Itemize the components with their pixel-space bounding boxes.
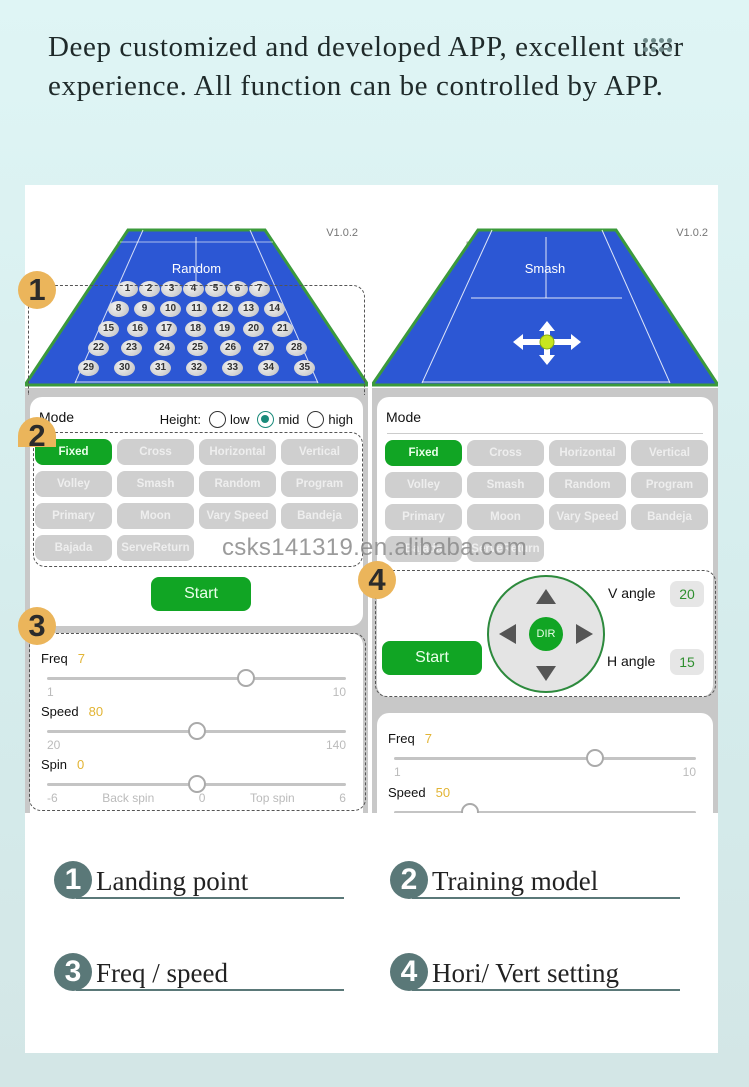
right-phone-screen: V1.0.2 Smash Mode Fixed Cross Horizontal Ve… bbox=[372, 225, 718, 813]
mode-button-primary[interactable]: Primary bbox=[385, 504, 462, 530]
v-angle-value[interactable]: 20 bbox=[670, 581, 704, 607]
slider-value: 50 bbox=[435, 785, 451, 800]
left-phone-screen: V1.0.2 Random 1 2 3 4 5 6 7 8 9 10 11 12 13 14 15 16 17 1… bbox=[25, 225, 368, 813]
height-option-high: high bbox=[328, 412, 353, 427]
height-label: Height: bbox=[159, 412, 201, 427]
slider-track[interactable] bbox=[394, 803, 696, 813]
divider bbox=[387, 433, 703, 434]
legend-item-4: 4 Hori/ Vert setting bbox=[390, 951, 680, 991]
speed-panel: Freq7110Speed5020140 bbox=[377, 713, 713, 813]
legend-text-2: Training model bbox=[432, 866, 599, 896]
mode-button-horizontal[interactable]: Horizontal bbox=[549, 440, 626, 466]
legend-number-4: 4 bbox=[390, 953, 428, 991]
callout-badge-3: 3 bbox=[18, 607, 56, 645]
mode-button-bandeja[interactable]: Bandeja bbox=[631, 504, 708, 530]
legend-item-2: 2 Training model bbox=[390, 859, 680, 899]
court-mode-label: Random bbox=[171, 261, 222, 276]
mode-button-vary-speed[interactable]: Vary Speed bbox=[549, 504, 626, 530]
mode-button-cross[interactable]: Cross bbox=[467, 440, 544, 466]
legend-number-3: 3 bbox=[54, 953, 92, 991]
legend-text-3: Freq / speed bbox=[96, 958, 228, 988]
watermark: csks141319.en.alibaba.com bbox=[222, 534, 528, 561]
mode-button-volley[interactable]: Volley bbox=[385, 472, 462, 498]
height-radio-low[interactable] bbox=[208, 411, 226, 428]
arrow-left-icon[interactable] bbox=[499, 624, 516, 644]
mode-button-random[interactable]: Random bbox=[549, 472, 626, 498]
start-button[interactable]: Start bbox=[382, 641, 482, 675]
callout-badge-2: 2 bbox=[18, 417, 56, 447]
legend-number-2: 2 bbox=[390, 861, 428, 899]
callout-3-outline bbox=[29, 633, 366, 811]
legend-item-3: 3 Freq / speed bbox=[54, 951, 344, 991]
h-angle-label: H angle bbox=[607, 653, 656, 669]
legend-number-1: 1 bbox=[54, 861, 92, 899]
height-radio-high[interactable] bbox=[307, 411, 325, 428]
slider-label: Speed 50 bbox=[388, 785, 451, 800]
legend-text-4: Hori/ Vert setting bbox=[432, 958, 619, 988]
tennis-court-right[interactable] bbox=[372, 225, 718, 388]
intro-text: Deep customized and developed APP, excel… bbox=[48, 31, 684, 102]
mode-label: Mode bbox=[386, 409, 422, 425]
court-mode-label: Smash bbox=[524, 261, 566, 276]
v-angle-label: V angle bbox=[608, 585, 656, 601]
grid-dots-icon bbox=[643, 38, 675, 54]
slider-value: 7 bbox=[424, 731, 432, 746]
direction-pad[interactable]: DIR bbox=[487, 575, 605, 693]
legend-item-1: 1 Landing point bbox=[54, 859, 344, 899]
callout-badge-4: 4 bbox=[358, 561, 396, 599]
h-angle-value[interactable]: 15 bbox=[670, 649, 704, 675]
height-option-mid: mid bbox=[278, 412, 300, 427]
start-button[interactable]: Start bbox=[151, 577, 251, 611]
tennis-ball-icon bbox=[539, 334, 555, 350]
mode-button-smash[interactable]: Smash bbox=[467, 472, 544, 498]
mode-button-moon[interactable]: Moon bbox=[467, 504, 544, 530]
mode-button-program[interactable]: Program bbox=[631, 472, 708, 498]
height-option-low: low bbox=[229, 412, 250, 427]
arrow-right-icon[interactable] bbox=[576, 624, 593, 644]
slider-range: 1 10 bbox=[394, 765, 696, 779]
slider-thumb[interactable] bbox=[460, 803, 479, 813]
height-selector: Height: low mid high bbox=[160, 411, 353, 428]
height-radio-mid[interactable] bbox=[257, 411, 275, 428]
version-label: V1.0.2 bbox=[676, 227, 708, 239]
callout-1-outline bbox=[28, 285, 365, 395]
arrow-up-icon[interactable] bbox=[536, 589, 556, 604]
slider-label: Freq 7 bbox=[388, 731, 432, 746]
version-label: V1.0.2 bbox=[326, 227, 358, 239]
dir-button[interactable]: DIR bbox=[529, 617, 563, 651]
legend-text-1: Landing point bbox=[96, 866, 249, 896]
mode-button-fixed[interactable]: Fixed bbox=[385, 440, 462, 466]
slider-track[interactable] bbox=[394, 749, 696, 767]
screenshot-card: V1.0.2 Random 1 2 3 4 5 6 7 8 9 10 11 12 13 14 15 16 17 1… bbox=[18, 185, 718, 1053]
arrow-down-icon[interactable] bbox=[536, 666, 556, 681]
mode-button-vertical[interactable]: Vertical bbox=[631, 440, 708, 466]
callout-badge-1: 1 bbox=[18, 271, 56, 309]
